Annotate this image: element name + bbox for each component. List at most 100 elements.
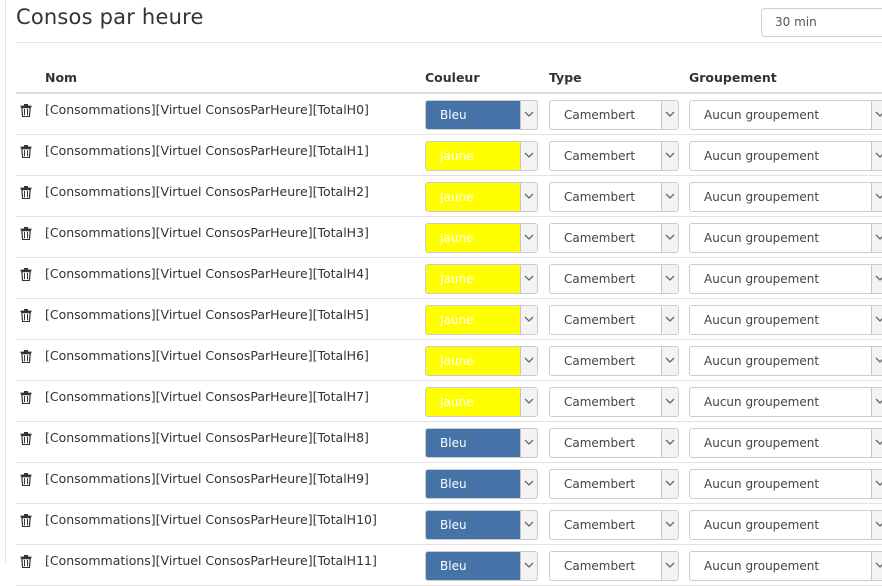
- trash-icon[interactable]: [20, 430, 32, 446]
- column-header-type: Type: [549, 70, 582, 85]
- chevron-down-icon: [520, 511, 537, 539]
- chevron-down-icon: [661, 347, 678, 375]
- chevron-down-icon: [661, 101, 678, 129]
- color-select[interactable]: Bleu: [425, 100, 538, 130]
- grouping-select[interactable]: Aucun groupement: [689, 223, 882, 253]
- grouping-select[interactable]: Aucun groupement: [689, 428, 882, 458]
- chevron-down-icon: [520, 429, 537, 457]
- type-select[interactable]: Camembert: [549, 469, 679, 499]
- table-row: [Consommations][Virtuel ConsosParHeure][…: [16, 545, 882, 586]
- table-row: [Consommations][Virtuel ConsosParHeure][…: [16, 463, 882, 504]
- type-select[interactable]: Camembert: [549, 510, 679, 540]
- color-select-value: Bleu: [440, 518, 467, 532]
- chevron-down-icon: [520, 183, 537, 211]
- chevron-down-icon: [520, 347, 537, 375]
- color-select[interactable]: Jaune: [425, 305, 538, 335]
- trash-icon[interactable]: [20, 389, 32, 405]
- type-select[interactable]: Camembert: [549, 428, 679, 458]
- grouping-select[interactable]: Aucun groupement: [689, 387, 882, 417]
- chevron-down-icon: [871, 101, 882, 129]
- type-select[interactable]: Camembert: [549, 305, 679, 335]
- page-title: Consos par heure: [16, 5, 204, 29]
- color-select-value: Jaune: [440, 313, 474, 327]
- type-select[interactable]: Camembert: [549, 387, 679, 417]
- period-select[interactable]: 30 min: [761, 8, 882, 37]
- type-select[interactable]: Camembert: [549, 346, 679, 376]
- series-name: [Consommations][Virtuel ConsosParHeure][…: [45, 553, 377, 568]
- grouping-select[interactable]: Aucun groupement: [689, 305, 882, 335]
- type-select[interactable]: Camembert: [549, 182, 679, 212]
- trash-icon[interactable]: [20, 184, 32, 200]
- series-name: [Consommations][Virtuel ConsosParHeure][…: [45, 143, 369, 158]
- table-row: [Consommations][Virtuel ConsosParHeure][…: [16, 340, 882, 381]
- type-select[interactable]: Camembert: [549, 100, 679, 130]
- color-select[interactable]: Jaune: [425, 264, 538, 294]
- table-row: [Consommations][Virtuel ConsosParHeure][…: [16, 381, 882, 422]
- chevron-down-icon: [520, 265, 537, 293]
- grouping-select[interactable]: Aucun groupement: [689, 141, 882, 171]
- grouping-select-value: Aucun groupement: [704, 559, 820, 573]
- chevron-down-icon: [871, 347, 882, 375]
- color-select[interactable]: Bleu: [425, 551, 538, 581]
- series-name: [Consommations][Virtuel ConsosParHeure][…: [45, 307, 369, 322]
- trash-icon[interactable]: [20, 225, 32, 241]
- grouping-select[interactable]: Aucun groupement: [689, 551, 882, 581]
- trash-icon[interactable]: [20, 307, 32, 323]
- trash-icon[interactable]: [20, 266, 32, 282]
- color-select[interactable]: Jaune: [425, 387, 538, 417]
- trash-icon[interactable]: [20, 553, 32, 569]
- color-select[interactable]: Bleu: [425, 469, 538, 499]
- type-select[interactable]: Camembert: [549, 223, 679, 253]
- chevron-down-icon: [661, 306, 678, 334]
- color-select[interactable]: Jaune: [425, 141, 538, 171]
- chevron-down-icon: [520, 142, 537, 170]
- type-select-value: Camembert: [564, 313, 636, 327]
- table-row: [Consommations][Virtuel ConsosParHeure][…: [16, 94, 882, 135]
- color-select[interactable]: Bleu: [425, 428, 538, 458]
- color-select-value: Jaune: [440, 395, 474, 409]
- color-select-value: Jaune: [440, 190, 474, 204]
- trash-icon[interactable]: [20, 471, 32, 487]
- period-select-value: 30 min: [775, 15, 817, 29]
- chevron-down-icon: [871, 470, 882, 498]
- type-select-value: Camembert: [564, 231, 636, 245]
- grouping-select[interactable]: Aucun groupement: [689, 469, 882, 499]
- grouping-select-value: Aucun groupement: [704, 272, 820, 286]
- type-select-value: Camembert: [564, 518, 636, 532]
- color-select[interactable]: Jaune: [425, 346, 538, 376]
- type-select-value: Camembert: [564, 108, 636, 122]
- table-row: [Consommations][Virtuel ConsosParHeure][…: [16, 217, 882, 258]
- type-select[interactable]: Camembert: [549, 141, 679, 171]
- trash-icon[interactable]: [20, 143, 32, 159]
- color-select[interactable]: Bleu: [425, 510, 538, 540]
- chevron-down-icon: [871, 183, 882, 211]
- trash-icon[interactable]: [20, 348, 32, 364]
- grouping-select[interactable]: Aucun groupement: [689, 510, 882, 540]
- trash-icon[interactable]: [20, 512, 32, 528]
- color-select[interactable]: Jaune: [425, 223, 538, 253]
- grouping-select[interactable]: Aucun groupement: [689, 100, 882, 130]
- type-select-value: Camembert: [564, 559, 636, 573]
- color-select-value: Bleu: [440, 436, 467, 450]
- chevron-down-icon: [871, 265, 882, 293]
- grouping-select[interactable]: Aucun groupement: [689, 182, 882, 212]
- chevron-down-icon: [871, 224, 882, 252]
- series-name: [Consommations][Virtuel ConsosParHeure][…: [45, 266, 369, 281]
- type-select[interactable]: Camembert: [549, 264, 679, 294]
- column-header-name: Nom: [45, 70, 78, 85]
- chevron-down-icon: [520, 552, 537, 580]
- grouping-select[interactable]: Aucun groupement: [689, 346, 882, 376]
- series-name: [Consommations][Virtuel ConsosParHeure][…: [45, 184, 369, 199]
- table-row: [Consommations][Virtuel ConsosParHeure][…: [16, 135, 882, 176]
- chevron-down-icon: [871, 429, 882, 457]
- color-select-value: Jaune: [440, 272, 474, 286]
- grouping-select[interactable]: Aucun groupement: [689, 264, 882, 294]
- type-select[interactable]: Camembert: [549, 551, 679, 581]
- series-name: [Consommations][Virtuel ConsosParHeure][…: [45, 430, 369, 445]
- trash-icon[interactable]: [20, 102, 32, 118]
- chevron-down-icon: [661, 142, 678, 170]
- grouping-select-value: Aucun groupement: [704, 436, 820, 450]
- color-select[interactable]: Jaune: [425, 182, 538, 212]
- chevron-down-icon: [661, 552, 678, 580]
- color-select-value: Bleu: [440, 559, 467, 573]
